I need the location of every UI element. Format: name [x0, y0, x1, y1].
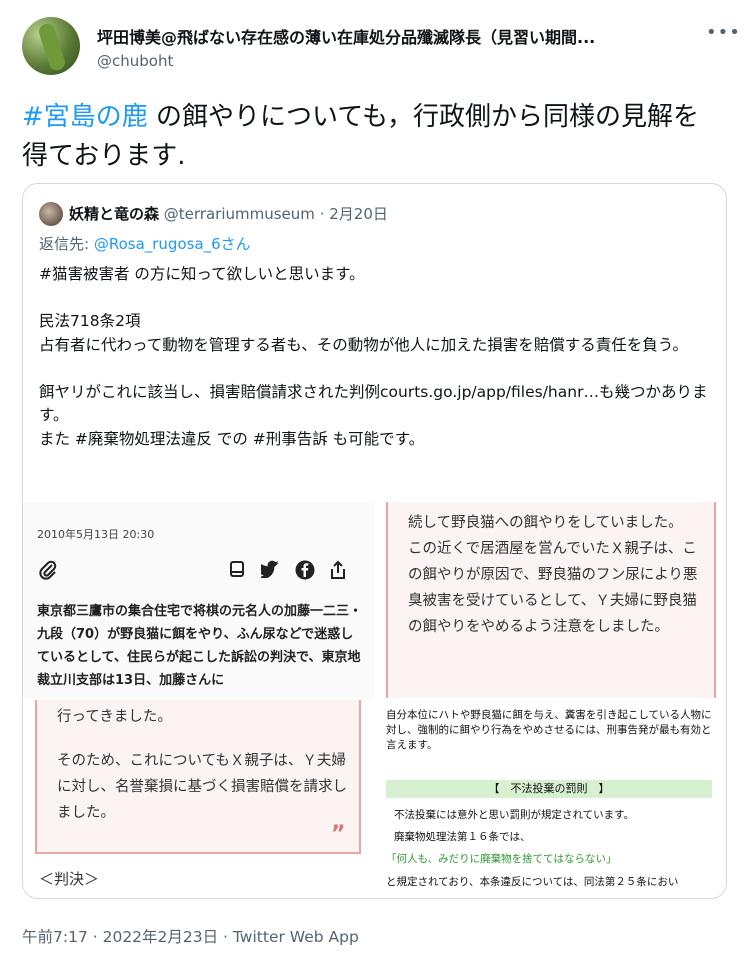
news-date: 2010年5月13日 20:30 [37, 528, 155, 541]
law-paragraph: 不法投棄には意外と思い罰則が規定されています。 [394, 809, 635, 821]
quote-line: また #廃棄物処理法違反 での #刑事告訴 も可能です。 [39, 429, 425, 448]
quote-body: #猫害被害者 の方に知って欲しいと思います。 民法718条2項 占有者に代わって… [39, 263, 719, 451]
tweet-footer: 午前7:17 · 2022年2月23日 · Twitter Web App [22, 925, 359, 947]
case-summary-line: この近くで居酒屋を営んでいたＸ親子は、この餌やりが原因で、野良猫のフン尿により悪… [408, 541, 698, 635]
quote-line: #猫害被害者 の方に知って欲しいと思います。 [39, 265, 365, 283]
quote-author-handle: @terrariummuseum [163, 205, 315, 223]
quoted-tweet[interactable]: 妖精と竜の森 @terrariummuseum · 2月20日 返信先: @Ro… [22, 183, 727, 899]
quote-separator: · [319, 205, 325, 223]
quote-line: 民法718条2項 [39, 312, 141, 330]
quote-line: 餌ヤリがこれに該当し、損害賠償請求された判例courts.go.jp/app/f… [39, 382, 708, 425]
bookmark-icon [229, 560, 245, 583]
news-body: 東京都三鷹市の集合住宅で将棋の元名人の加藤一二三・九段（70）が野良猫に餌をやり… [37, 604, 363, 688]
media-image-case-summary[interactable]: 続して野良猫への餌やりをしていました。 この近くで居酒屋を営んでいたＸ親子は、こ… [376, 502, 726, 698]
footer-separator: · [87, 928, 103, 946]
case-summary-text: 続して野良猫への餌やりをしていました。 この近くで居酒屋を営んでいたＸ親子は、こ… [408, 510, 708, 640]
damages-text: 行ってきました。 そのため、これについてもＸ親子は、Ｙ夫婦に対し、名誉棄損に基づ… [57, 704, 357, 826]
case-summary-line: 続して野良猫への餌やりをしていました。 [408, 515, 683, 531]
quote-avatar [39, 202, 63, 226]
share-icon [329, 560, 347, 585]
damages-line: 行ってきました。 [57, 709, 172, 725]
law-quote: 「何人も、みだりに廃棄物を捨ててはならない」 [386, 853, 617, 865]
quote-line: 占有者に代わって動物を管理する者も、その動物が他人に加えた損害を賠償する責任を負… [39, 335, 688, 354]
paperclip-icon [39, 560, 57, 585]
author-name[interactable]: 坪田博美@飛ばない存在感の薄い在庫処分品殲滅隊長（見習い期間... [97, 24, 687, 48]
news-share-icons [39, 560, 359, 584]
law-paragraph: 自分本位にハトや野良猫に餌を与え、糞害を引き起こしている人物に対し、強制的に餌や… [386, 709, 712, 751]
twitter-bird-icon [257, 560, 281, 583]
reply-to-link[interactable]: @Rosa_rugosa_6さん [94, 235, 251, 253]
media-image-dumping-law[interactable]: 自分本位にハトや野良猫に餌を与え、糞害を引き起こしている人物に対し、強制的に餌や… [376, 700, 726, 898]
quote-mark-icon: ” [331, 822, 346, 847]
media-image-news[interactable]: 2010年5月13日 20:30 東京都三鷹市の集合住宅で将棋の元名人の加藤一二… [23, 502, 374, 698]
law-paragraph: と規定されており、本条違反については、同法第２５条におい [386, 876, 679, 888]
law-paragraph: 廃棄物処理法第１６条では、 [394, 831, 531, 843]
quote-date: 2月20日 [329, 205, 388, 223]
quote-author-name: 妖精と竜の森 [69, 205, 160, 223]
tweet-date[interactable]: 2022年2月23日 [103, 928, 219, 946]
author-avatar[interactable] [22, 17, 80, 75]
more-icon[interactable]: ••• [706, 22, 741, 43]
author-handle[interactable]: @chuboht [97, 52, 173, 70]
hashtag-link[interactable]: #宮島の鹿 [22, 102, 148, 132]
media-grid[interactable]: 2010年5月13日 20:30 東京都三鷹市の集合住宅で将棋の元名人の加藤一二… [23, 502, 726, 898]
footer-separator: · [218, 928, 233, 946]
quote-header: 妖精と竜の森 @terrariummuseum · 2月20日 [69, 203, 388, 224]
tweet-text: #宮島の鹿 の餌やりについても，行政側から同様の見解を得ております. [22, 98, 722, 176]
judgment-caption: ＜判決＞ [39, 870, 100, 888]
facebook-icon [295, 560, 315, 585]
law-heading: 【 不法投棄の罰則 】 [488, 782, 610, 795]
reply-prefix: 返信先: [39, 235, 94, 253]
tweet-time[interactable]: 午前7:17 [22, 928, 88, 946]
quote-reply-to: 返信先: @Rosa_rugosa_6さん [39, 233, 251, 254]
media-image-damages[interactable]: 行ってきました。 そのため、これについてもＸ親子は、Ｙ夫婦に対し、名誉棄損に基づ… [23, 700, 374, 898]
damages-line: そのため、これについてもＸ親子は、Ｙ夫婦に対し、名誉棄損に基づく損害賠償を請求し… [57, 753, 347, 821]
source-app-link[interactable]: Twitter Web App [233, 928, 359, 946]
